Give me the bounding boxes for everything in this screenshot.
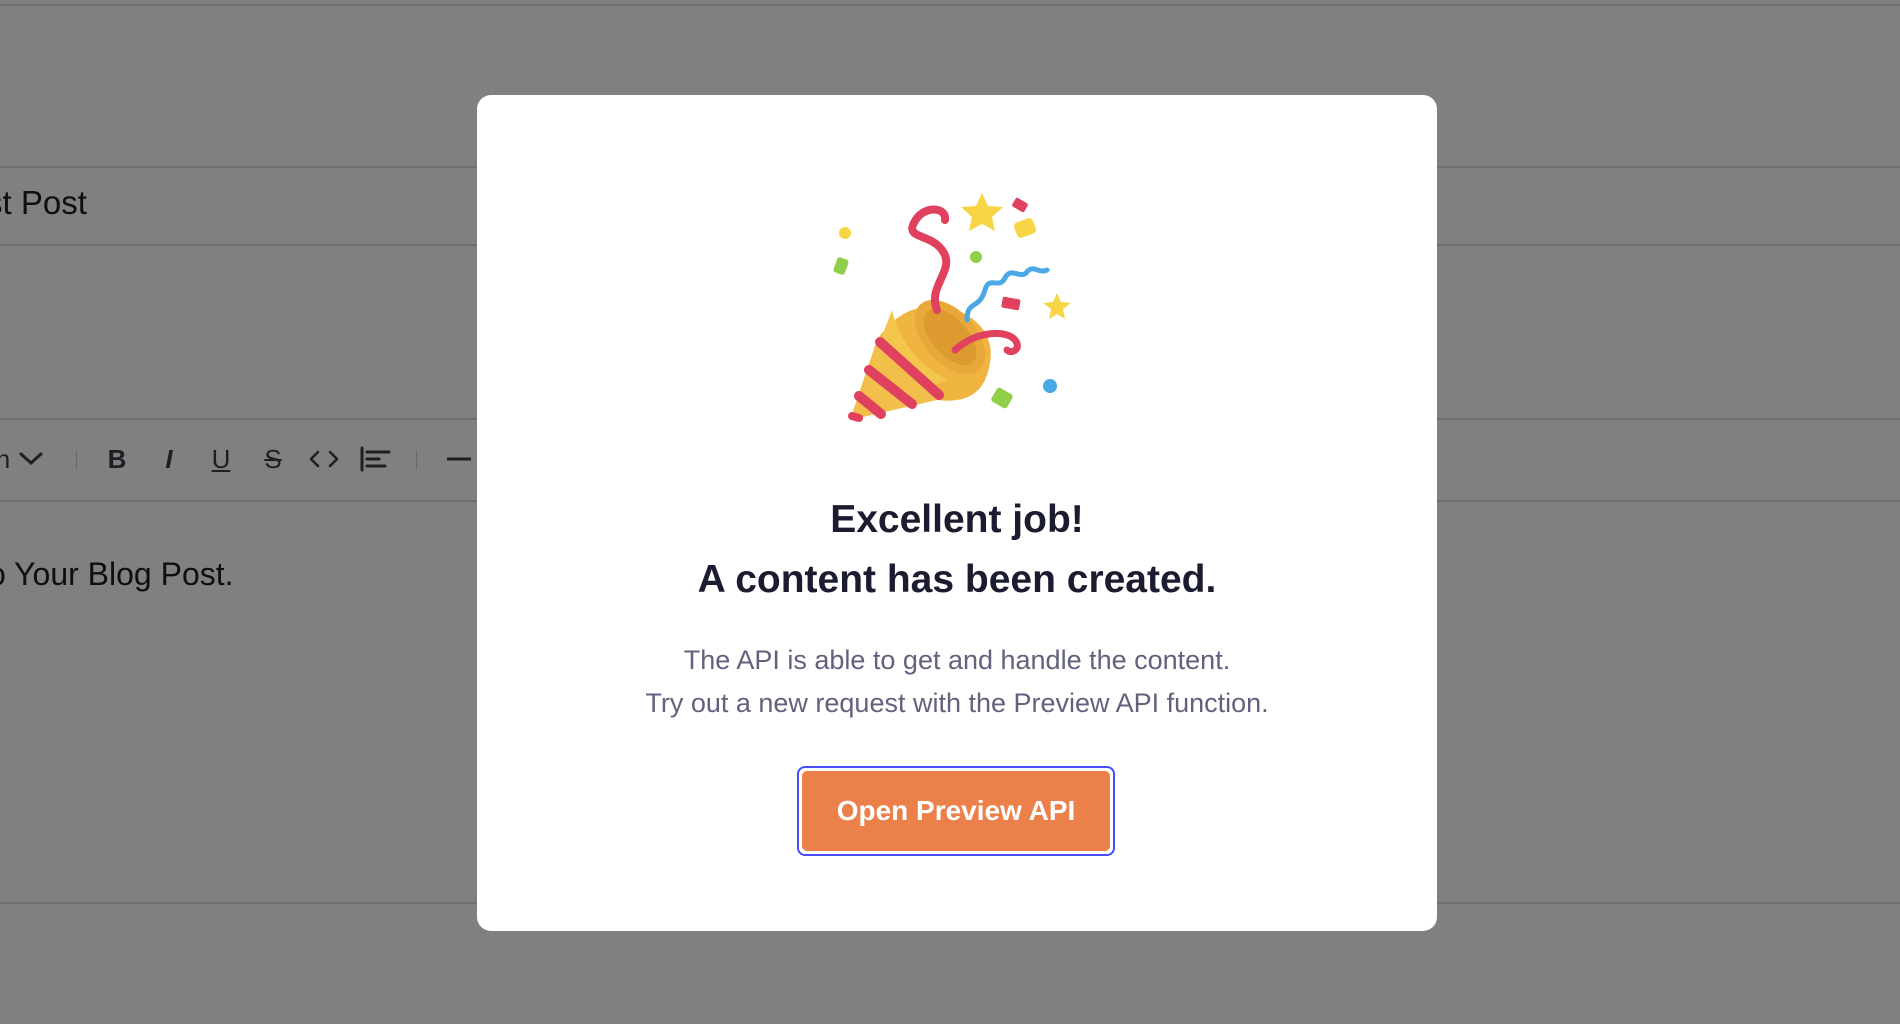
chevron-down-icon[interactable] [16,438,46,480]
code-icon[interactable] [306,438,342,480]
post-body-text[interactable]: o Your Blog Post. [0,556,476,593]
heading-line-1: Excellent job! [830,498,1084,541]
button-focus-ring: Open Preview API [797,766,1115,856]
italic-icon[interactable]: I [154,438,184,480]
horizontal-rule-icon[interactable] [446,438,472,480]
divider [0,4,1900,6]
description-line-2: Try out a new request with the Preview A… [645,688,1269,718]
heading-line-2: A content has been created. [697,558,1217,601]
party-popper-icon [817,190,1097,450]
bold-icon[interactable]: B [102,438,132,480]
toolbar-separator [76,450,77,470]
strikethrough-icon[interactable]: S [258,438,288,480]
success-modal: Excellent job! A content has been create… [477,95,1437,931]
modal-heading: Excellent job! A content has been create… [477,490,1437,610]
post-title-field[interactable]: st Post [0,184,476,222]
align-left-icon[interactable] [358,438,394,480]
heading-dropdown-label[interactable]: n [0,438,10,480]
toolbar-separator [416,450,417,470]
underline-icon[interactable]: U [206,438,236,480]
modal-description: The API is able to get and handle the co… [477,639,1437,725]
editor-toolbar: n B I U S [0,438,476,480]
open-preview-api-button[interactable]: Open Preview API [802,771,1110,851]
description-line-1: The API is able to get and handle the co… [683,645,1231,675]
